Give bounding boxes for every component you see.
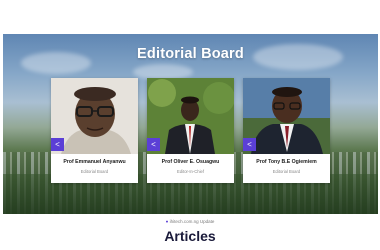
board-member-card[interactable]: < Prof Tony B.E Ogiemiem Editorial Board xyxy=(243,78,330,183)
editorial-hero-banner: Editorial Board < Prof Emmanuel Anyanwu … xyxy=(3,34,378,214)
share-icon[interactable]: < xyxy=(147,138,160,151)
member-name: Prof Oliver E. Osuagwu xyxy=(161,159,220,165)
member-role: Editor-In-Chief xyxy=(177,169,204,174)
board-member-card[interactable]: < Prof Oliver E. Osuagwu Editor-In-Chief xyxy=(147,78,234,183)
board-member-card[interactable]: < Prof Emmanuel Anyanwu Editorial Board xyxy=(51,78,138,183)
member-name: Prof Tony B.E Ogiemiem xyxy=(256,159,317,165)
site-update-link[interactable]: ● ihitech.com.ng Update xyxy=(0,219,380,224)
site-update-text: ihitech.com.ng Update xyxy=(169,219,215,224)
member-photo xyxy=(243,78,330,154)
member-role: Editorial Board xyxy=(80,169,109,174)
link-icon: ● xyxy=(165,219,169,224)
share-icon[interactable]: < xyxy=(51,138,64,151)
share-icon[interactable]: < xyxy=(243,138,256,151)
section-heading-articles: Articles xyxy=(164,228,216,244)
member-photo xyxy=(147,78,234,154)
member-role: Editorial Board xyxy=(272,169,301,174)
page-title: Editorial Board xyxy=(137,46,244,62)
member-name: Prof Emmanuel Anyanwu xyxy=(63,159,126,165)
member-photo xyxy=(51,78,138,154)
